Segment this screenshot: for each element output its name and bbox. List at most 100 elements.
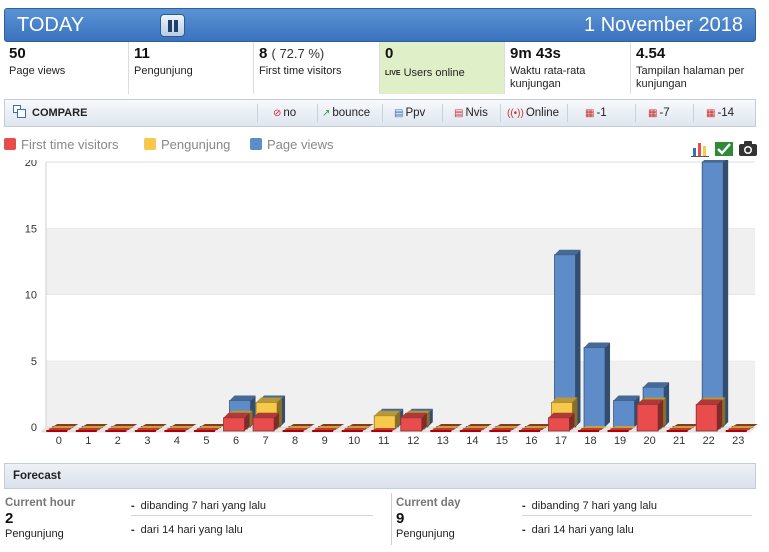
bar-front bbox=[613, 400, 635, 428]
forecast-value: 2 bbox=[5, 510, 14, 527]
x-tick-label: 5 bbox=[203, 435, 209, 447]
bar-zero-face bbox=[607, 430, 629, 432]
bar-pengunjung bbox=[373, 410, 401, 430]
legend-item-page-views[interactable]: Page views bbox=[250, 137, 333, 152]
bar-front bbox=[701, 161, 724, 428]
stat-label: Waktu rata-rata kunjungan bbox=[510, 65, 586, 90]
forecast-current-hour: Current hour 2 Pengunjung - dibanding 7 h… bbox=[5, 493, 385, 551]
legend-label: Page views bbox=[267, 137, 334, 152]
chart-icon: ▤ bbox=[394, 108, 404, 119]
stat-value: 11 bbox=[134, 45, 150, 62]
compare-minus-7[interactable]: ▦ -7 bbox=[648, 100, 670, 126]
bar-chart-icon[interactable] bbox=[690, 138, 710, 158]
bar-first-time-visitors bbox=[223, 412, 250, 432]
no-entry-icon: ⊘ bbox=[273, 108, 282, 119]
stat-first-time: 8 ( 72.7 %) First time visitors bbox=[254, 42, 380, 94]
y-axis: 0 5 10 15 20 bbox=[25, 160, 37, 434]
stat-label: LIVE Users online bbox=[385, 67, 499, 80]
compare-item-label: -7 bbox=[659, 107, 670, 119]
forecast-label: Current hour bbox=[5, 497, 76, 509]
stat-label: First time visitors bbox=[259, 65, 342, 77]
x-tick-label: 6 bbox=[233, 435, 239, 447]
bar-zero-face bbox=[725, 430, 747, 432]
grid-band bbox=[46, 228, 755, 295]
bar-front bbox=[223, 417, 245, 432]
camera-icon[interactable] bbox=[738, 138, 758, 158]
check-chart-icon[interactable] bbox=[714, 138, 734, 158]
stat-value: 50 bbox=[9, 45, 26, 62]
stat-value: 8 ( 72.7 %) bbox=[259, 45, 374, 63]
y-tick-label: 10 bbox=[25, 290, 37, 302]
y-tick-label: 0 bbox=[31, 422, 37, 434]
legend-item-first-time[interactable]: First time visitors bbox=[4, 137, 119, 152]
legend-item-visitors[interactable]: Pengunjung bbox=[144, 137, 230, 152]
x-tick-label: 1 bbox=[85, 435, 91, 447]
bar-first-time-visitors bbox=[548, 412, 575, 432]
bar-front bbox=[373, 415, 396, 430]
x-tick-label: 3 bbox=[144, 435, 150, 447]
bar-zero-face bbox=[164, 430, 186, 432]
forecast-compare-text: dibanding 7 hari yang lalu bbox=[531, 500, 658, 512]
compare-nvis[interactable]: ▤ Nvis bbox=[454, 100, 488, 126]
x-tick-label: 14 bbox=[466, 435, 478, 447]
separator bbox=[693, 104, 694, 122]
bar-zero-face bbox=[666, 430, 688, 432]
separator bbox=[635, 104, 636, 122]
pause-button[interactable] bbox=[160, 14, 185, 37]
stat-label: Pengunjung bbox=[134, 65, 193, 77]
x-tick-label: 11 bbox=[378, 435, 389, 447]
stat-percent: ( 72.7 %) bbox=[271, 46, 325, 61]
compare-item-label: Nvis bbox=[465, 107, 488, 119]
x-tick-label: 10 bbox=[348, 435, 360, 447]
legend-label: Pengunjung bbox=[161, 137, 231, 152]
separator bbox=[567, 104, 568, 122]
live-icon: LIVE bbox=[385, 70, 401, 77]
header-bar: TODAY 1 November 2018 bbox=[4, 8, 756, 42]
forecast-compare-text: dari 14 hari yang lalu bbox=[531, 524, 634, 536]
forecast-divider bbox=[391, 493, 392, 545]
forecast-unit: Pengunjung bbox=[5, 528, 64, 540]
legend-swatch bbox=[250, 138, 262, 150]
bar-zero-face bbox=[578, 430, 600, 432]
stat-visitors: 11 Pengunjung bbox=[129, 42, 254, 94]
x-tick-label: 0 bbox=[56, 435, 62, 447]
bar-front bbox=[548, 417, 570, 432]
bar-zero-face bbox=[282, 430, 304, 432]
bar-zero-face bbox=[518, 430, 540, 432]
stat-users-online[interactable]: 0 LIVE Users online bbox=[380, 42, 505, 94]
compare-bounce[interactable]: ↗ bounce bbox=[322, 100, 370, 126]
y-tick-label: 20 bbox=[25, 160, 37, 169]
compare-minus-14[interactable]: ▦ -14 bbox=[706, 100, 734, 126]
compare-minus-1[interactable]: ▦ -1 bbox=[585, 100, 607, 126]
separator bbox=[382, 104, 383, 122]
x-tick-label: 9 bbox=[322, 435, 328, 447]
bar-first-time-visitors bbox=[695, 399, 723, 432]
separator bbox=[317, 104, 318, 122]
stats-row: 50 Page views 11 Pengunjung 8 ( 72.7 %) … bbox=[4, 42, 756, 94]
stat-value: 0 bbox=[385, 45, 394, 62]
x-tick-label: 19 bbox=[614, 435, 626, 447]
compare-ppv[interactable]: ▤ Ppv bbox=[394, 100, 425, 126]
stat-value: 4.54 bbox=[636, 45, 666, 62]
x-tick-label: 4 bbox=[174, 435, 180, 447]
stat-value: 9m 43s bbox=[510, 45, 561, 62]
forecast-compare-text: dibanding 7 hari yang lalu bbox=[140, 500, 267, 512]
compare-item-label: Online bbox=[525, 107, 560, 119]
separator bbox=[500, 104, 501, 122]
x-tick-label: 21 bbox=[673, 435, 685, 447]
stat-page-views: 50 Page views bbox=[4, 42, 129, 94]
chart-icon: ▤ bbox=[454, 108, 464, 119]
compare-no[interactable]: ⊘ no bbox=[273, 100, 296, 126]
compare-item-label: bounce bbox=[332, 107, 371, 119]
compare-online[interactable]: ((•)) Online bbox=[507, 100, 559, 126]
pause-icon-bar bbox=[174, 20, 178, 32]
x-tick-label: 15 bbox=[496, 435, 508, 447]
bar-side bbox=[605, 342, 611, 427]
forecast-current-day: Current day 9 Pengunjung - dibanding 7 ha… bbox=[396, 493, 756, 551]
compare-item-label: -1 bbox=[596, 107, 607, 119]
compare-button[interactable]: COMPARE bbox=[13, 100, 87, 126]
bar-first-time-visitors bbox=[400, 412, 427, 432]
current-date: 1 November 2018 bbox=[584, 14, 743, 36]
forecast-value: 9 bbox=[396, 510, 405, 527]
bar-front bbox=[252, 417, 275, 432]
